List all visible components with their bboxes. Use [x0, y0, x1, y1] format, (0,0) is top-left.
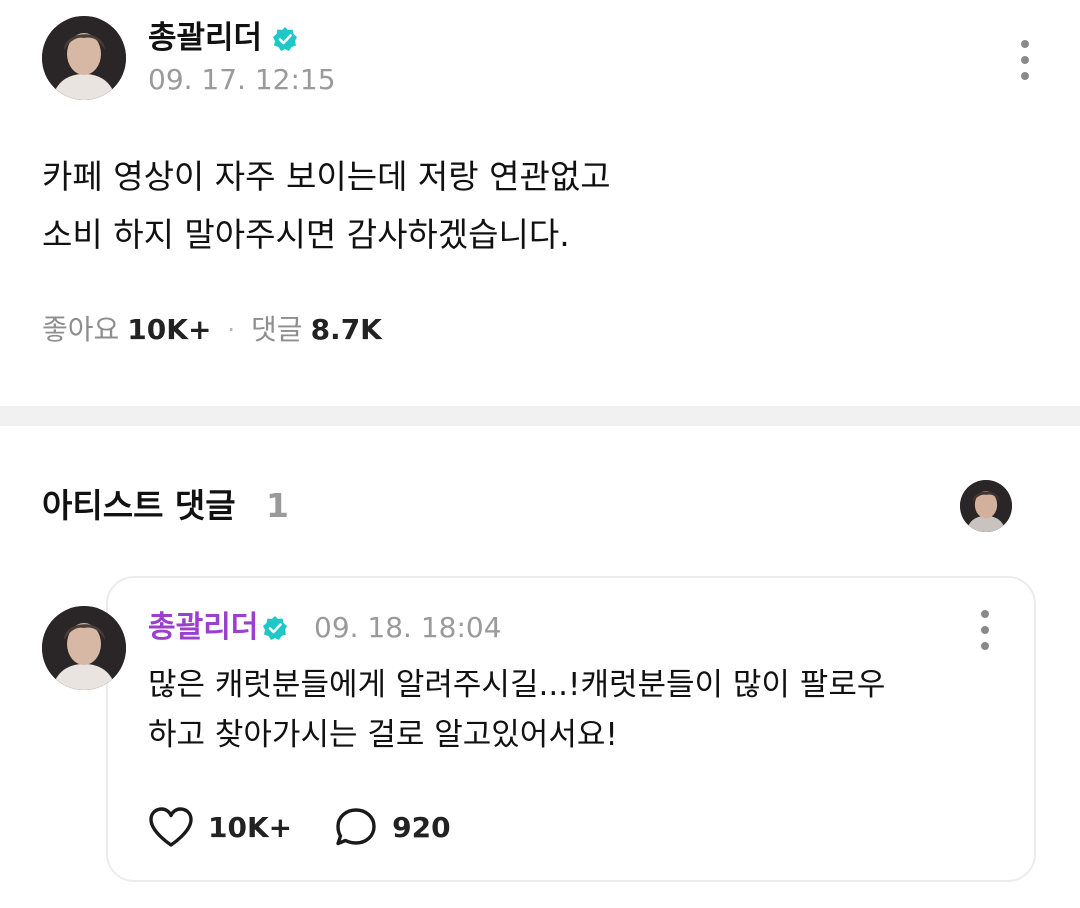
comment-timestamp: 09. 18. 18:04: [314, 611, 502, 644]
comment-like-count: 10K+: [208, 810, 293, 844]
comment-author-name[interactable]: 총괄리더: [148, 608, 258, 648]
comment-reply-count: 920: [392, 810, 451, 844]
avatar-portrait-icon: [42, 16, 126, 100]
comments-label[interactable]: 댓글: [251, 310, 303, 350]
artist-comments-title: 아티스트 댓글: [42, 486, 236, 525]
avatar-portrait-icon: [960, 480, 1012, 532]
post-timestamp: 09. 17. 12:15: [148, 63, 336, 96]
comment-more-options-icon[interactable]: [973, 608, 997, 652]
heart-icon: [149, 807, 193, 847]
comment-like-button[interactable]: 10K+: [148, 806, 292, 848]
artist-filter-avatar[interactable]: [960, 480, 1012, 532]
verified-badge-icon: [263, 616, 287, 640]
likes-count[interactable]: 10K+: [127, 310, 211, 350]
comment-actions: 10K+ 920: [148, 802, 451, 852]
section-divider: [0, 406, 1080, 426]
artist-comments-count: 1: [266, 486, 289, 525]
comment-body-line: 하고 찾아가시는 걸로 알고있어서요!: [148, 717, 618, 753]
comment-bubble-icon: [336, 808, 376, 846]
comment-reply-button[interactable]: 920: [334, 806, 451, 848]
post-more-options-icon[interactable]: [1013, 38, 1037, 82]
post-body: 카페 영상이 자주 보이는데 저랑 연관없고 소비 하지 말아주시면 감사하겠습…: [42, 148, 1022, 264]
post-body-line: 카페 영상이 자주 보이는데 저랑 연관없고: [42, 157, 611, 196]
comment-author-avatar[interactable]: [42, 606, 126, 690]
verified-badge-icon: [273, 27, 297, 51]
post-body-line: 소비 하지 말아주시면 감사하겠습니다.: [42, 215, 570, 254]
post-author-name[interactable]: 총괄리더: [148, 18, 262, 58]
post-author-avatar[interactable]: [42, 16, 126, 100]
likes-label[interactable]: 좋아요: [42, 310, 119, 350]
comment-body: 많은 캐럿분들에게 알려주시길...!캐럿분들이 많이 팔로우 하고 찾아가시는…: [148, 660, 1008, 760]
post-stats: 좋아요 10K+ · 댓글 8.7K: [42, 310, 382, 350]
avatar-portrait-icon: [42, 606, 126, 690]
comment-body-line: 많은 캐럿분들에게 알려주시길...!캐럿분들이 많이 팔로우: [148, 667, 886, 703]
comments-count[interactable]: 8.7K: [311, 310, 382, 350]
stats-separator: ·: [227, 316, 236, 344]
